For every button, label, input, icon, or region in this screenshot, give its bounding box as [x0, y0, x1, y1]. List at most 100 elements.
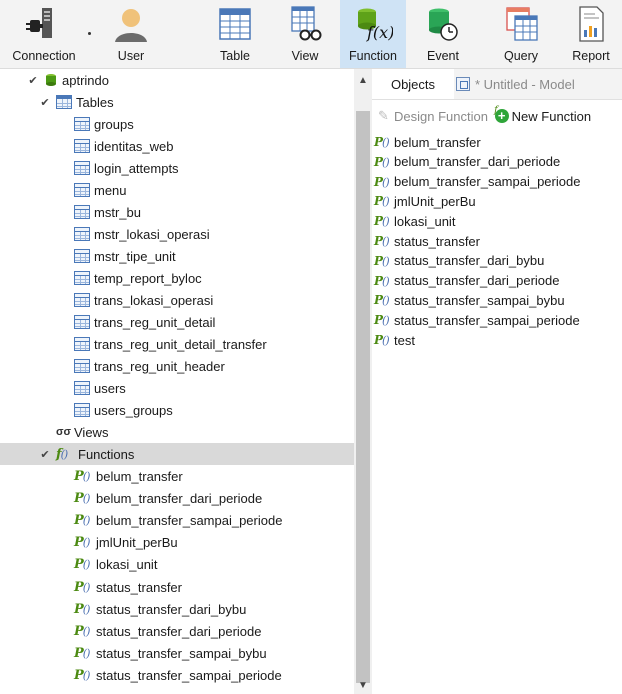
- function-icon: P(): [74, 646, 90, 662]
- table-name: login_attempts: [94, 160, 179, 176]
- object-name: status_transfer_sampai_periode: [394, 312, 580, 328]
- function-icon: f(x): [353, 4, 394, 44]
- event-label: Event: [427, 49, 459, 63]
- object-list-item[interactable]: P() belum_transfer_sampai_periode: [372, 172, 580, 192]
- tree-item-function[interactable]: P() status_transfer: [0, 576, 354, 598]
- tree-item-function[interactable]: P() status_transfer_sampai_bybu: [0, 643, 354, 665]
- tab-objects-label: Objects: [390, 76, 436, 92]
- tree-item-table[interactable]: trans_reg_unit_detail: [0, 311, 354, 333]
- tree-item-function[interactable]: P() belum_transfer: [0, 465, 354, 487]
- function-icon: P(): [374, 273, 390, 288]
- tree-item-table[interactable]: groups: [0, 113, 354, 135]
- function-name: status_transfer_dari_bybu: [96, 601, 247, 617]
- tree-item-database[interactable]: ✔ aptrindo: [0, 69, 354, 91]
- user-icon: [111, 4, 151, 44]
- connection-label: Connection: [12, 49, 76, 63]
- scroll-up-icon[interactable]: ▲: [354, 71, 372, 89]
- tree-item-table[interactable]: login_attempts: [0, 157, 354, 179]
- object-list-item[interactable]: P() belum_transfer: [372, 132, 481, 152]
- function-icon: P(): [374, 154, 390, 169]
- object-list-item[interactable]: P() status_transfer_sampai_bybu: [372, 290, 565, 310]
- tree-item-function[interactable]: P() belum_transfer_dari_periode: [0, 487, 354, 509]
- table-name: trans_reg_unit_detail: [94, 314, 216, 330]
- tree-item-tables[interactable]: ✔ Tables: [0, 91, 354, 113]
- table-name: users_groups: [94, 402, 173, 418]
- table-name: mstr_bu: [94, 204, 141, 220]
- tree-item-table[interactable]: menu: [0, 179, 354, 201]
- tree-item-table[interactable]: mstr_tipe_unit: [0, 245, 354, 267]
- tree-item-table[interactable]: users: [0, 377, 354, 399]
- chevron-down-icon[interactable]: ✔: [38, 447, 52, 461]
- report-label: Report: [572, 49, 610, 63]
- tree-item-function[interactable]: P() lokasi_unit: [0, 554, 354, 576]
- event-button[interactable]: Event: [410, 0, 476, 68]
- tree-item-function[interactable]: P() jmlUnit_perBu: [0, 532, 354, 554]
- object-list-item[interactable]: P() status_transfer_dari_bybu: [372, 251, 544, 271]
- table-icon: [74, 271, 90, 285]
- table-name: menu: [94, 182, 127, 198]
- tree-item-table[interactable]: trans_reg_unit_detail_transfer: [0, 333, 354, 355]
- main-toolbar: Connection User Table View f(x) Function…: [0, 0, 622, 69]
- function-icon: P(): [374, 214, 390, 229]
- object-name: status_transfer_sampai_bybu: [394, 292, 565, 308]
- object-list-item[interactable]: P() test: [372, 330, 415, 350]
- table-name: mstr_tipe_unit: [94, 248, 176, 264]
- user-button[interactable]: User: [96, 0, 166, 68]
- tree-item-table[interactable]: users_groups: [0, 399, 354, 421]
- tree-item-table[interactable]: mstr_lokasi_operasi: [0, 223, 354, 245]
- object-list-item[interactable]: P() lokasi_unit: [372, 211, 455, 231]
- query-button[interactable]: Query: [488, 0, 554, 68]
- view-button[interactable]: View: [270, 0, 340, 68]
- table-icon: [74, 227, 90, 241]
- tree-item-table[interactable]: trans_reg_unit_header: [0, 355, 354, 377]
- tree-item-function[interactable]: P() status_transfer_dari_bybu: [0, 598, 354, 620]
- function-button[interactable]: f(x) Function: [340, 0, 406, 68]
- tree-item-function[interactable]: P() status_transfer_dari_periode: [0, 620, 354, 642]
- report-button[interactable]: Report: [560, 0, 622, 68]
- table-icon: [74, 139, 90, 153]
- object-name: belum_transfer: [394, 134, 481, 150]
- object-list-item[interactable]: P() status_transfer: [372, 231, 480, 251]
- function-icon: P(): [374, 253, 390, 268]
- query-icon: [501, 4, 541, 44]
- functions-label: Functions: [78, 446, 135, 462]
- new-function-label: New Function: [511, 108, 592, 124]
- table-button[interactable]: Table: [200, 0, 270, 68]
- object-list-item[interactable]: P() status_transfer_dari_periode: [372, 271, 560, 291]
- scroll-down-icon[interactable]: ▼: [354, 676, 372, 694]
- object-list-item[interactable]: P() jmlUnit_perBu: [372, 191, 476, 211]
- connection-button[interactable]: Connection: [0, 0, 88, 68]
- function-label: Function: [349, 49, 397, 63]
- table-icon: [215, 4, 255, 44]
- connection-dropdown-icon[interactable]: [88, 32, 91, 35]
- function-icon: P(): [374, 135, 390, 149]
- tree-item-function[interactable]: P() status_transfer_sampai_periode: [0, 665, 354, 687]
- tables-label: Tables: [76, 94, 114, 110]
- table-icon: [74, 249, 90, 263]
- new-function-button[interactable]: f + New Function: [494, 105, 592, 124]
- tree-item-function[interactable]: P() belum_transfer_sampai_periode: [0, 509, 354, 531]
- model-icon: [456, 77, 470, 91]
- object-list-item[interactable]: P() status_transfer_sampai_periode: [372, 310, 580, 330]
- table-name: trans_reg_unit_header: [94, 358, 225, 374]
- tree-item-functions[interactable]: ✔ f() Functions: [0, 443, 354, 465]
- tab-model[interactable]: * Untitled - Model: [456, 69, 575, 99]
- tree-item-table[interactable]: trans_lokasi_operasi: [0, 289, 354, 311]
- tree-item-table[interactable]: temp_report_byloc: [0, 267, 354, 289]
- tree-item-table[interactable]: mstr_bu: [0, 201, 354, 223]
- view-label: View: [291, 49, 319, 63]
- design-function-button[interactable]: ✎ Design Function: [378, 108, 488, 124]
- chevron-down-icon[interactable]: ✔: [26, 73, 40, 87]
- tree-item-views[interactable]: σσ Views: [0, 421, 354, 443]
- function-icon: P(): [74, 623, 90, 639]
- plug-icon: [24, 4, 64, 44]
- tree-item-table[interactable]: identitas_web: [0, 135, 354, 157]
- chevron-down-icon[interactable]: ✔: [38, 95, 52, 109]
- tab-objects[interactable]: Objects: [372, 69, 454, 99]
- tree-scrollbar[interactable]: ▲ ▼: [354, 69, 372, 694]
- table-icon: [74, 161, 90, 175]
- table-name: trans_reg_unit_detail_transfer: [94, 336, 267, 352]
- scrollbar-thumb[interactable]: [356, 111, 370, 683]
- object-list-item[interactable]: P() belum_transfer_dari_periode: [372, 152, 560, 172]
- report-icon: [571, 4, 611, 44]
